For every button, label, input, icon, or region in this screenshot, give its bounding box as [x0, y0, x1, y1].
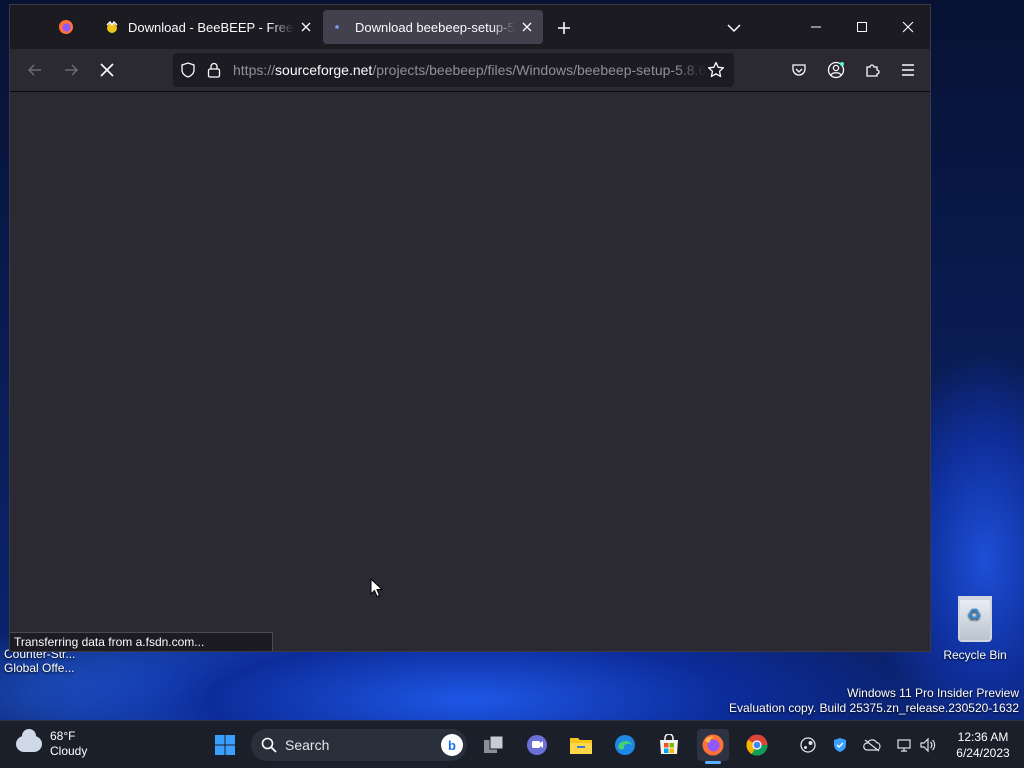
bookmark-star-icon[interactable] — [706, 60, 726, 80]
firefox-window: Download - BeeBEEP - Free Offi Download … — [9, 4, 931, 652]
tab-beebeep-setup-active[interactable]: Download beebeep-setup-5.8.6 — [323, 10, 543, 44]
start-button[interactable] — [209, 729, 241, 761]
tab-label: Download beebeep-setup-5.8.6 — [355, 19, 515, 35]
network-tray-icon[interactable] — [893, 733, 915, 757]
cloud-icon — [16, 729, 42, 752]
address-bar[interactable]: https://sourceforge.net/projects/beebeep… — [173, 53, 734, 87]
clock-time: 12:36 AM — [957, 730, 1009, 744]
status-panel: Transferring data from a.fsdn.com... — [10, 632, 273, 651]
forward-button[interactable] — [57, 56, 85, 84]
windows-security-tray-icon[interactable] — [829, 733, 851, 757]
maximize-button[interactable] — [846, 13, 878, 41]
recycle-bin-shortcut[interactable]: ♻ Recycle Bin — [940, 596, 1010, 662]
tab-label: Download - BeeBEEP - Free Offi — [128, 19, 294, 35]
lock-icon[interactable] — [205, 61, 223, 79]
tab-list-chevron-down-icon[interactable] — [722, 17, 746, 39]
edge-browser-icon[interactable] — [609, 729, 641, 761]
recycle-bin-label: Recycle Bin — [943, 648, 1007, 662]
tab-pinned-firefox[interactable] — [46, 10, 94, 44]
weather-widget[interactable]: 68°F Cloudy — [16, 729, 87, 759]
watermark-edition: Windows 11 Pro Insider Preview — [847, 686, 1019, 700]
url-text[interactable]: https://sourceforge.net/projects/beebeep… — [233, 62, 706, 78]
weather-description: Cloudy — [50, 744, 88, 758]
new-tab-button[interactable] — [552, 17, 576, 39]
page-content-area[interactable]: Transferring data from a.fsdn.com... — [10, 92, 930, 651]
close-window-button[interactable] — [892, 13, 924, 41]
close-tab-icon[interactable] — [519, 19, 535, 35]
recycle-bin-icon: ♻ — [958, 596, 992, 642]
mouse-cursor-icon — [370, 577, 384, 603]
extensions-puzzle-icon[interactable] — [860, 58, 884, 82]
sourceforge-favicon-icon — [104, 19, 120, 35]
close-tab-icon[interactable] — [298, 19, 314, 35]
loading-dot-icon — [331, 19, 347, 35]
file-explorer-icon[interactable] — [565, 729, 597, 761]
search-label: Search — [285, 737, 330, 753]
taskbar-clock[interactable]: 12:36 AM 6/24/2023 — [948, 729, 1018, 761]
search-icon — [261, 737, 277, 753]
stop-loading-button[interactable] — [93, 56, 121, 84]
back-button[interactable] — [21, 56, 49, 84]
firefox-icon — [58, 19, 74, 35]
account-icon[interactable] — [824, 58, 848, 82]
url-host: sourceforge.net — [275, 62, 373, 78]
url-path: /projects/beebeep/files/Windows/beebeep-… — [372, 62, 706, 78]
tracking-protection-shield-icon[interactable] — [179, 61, 197, 79]
weather-temperature: 68°F — [50, 729, 76, 743]
steam-tray-icon[interactable] — [797, 733, 819, 757]
taskbar: 68°F Cloudy Search b 12:36 AM 6/24/2023 — [0, 720, 1024, 768]
windows-watermark: Windows 11 Pro Insider Preview Evaluatio… — [729, 686, 1019, 716]
tab-beebeep-download[interactable]: Download - BeeBEEP - Free Offi — [96, 10, 322, 44]
url-scheme: https:// — [233, 62, 276, 78]
volume-tray-icon[interactable] — [917, 733, 939, 757]
tab-bar: Download - BeeBEEP - Free Offi Download … — [10, 5, 930, 49]
taskbar-search-box[interactable]: Search b — [251, 729, 467, 761]
firefox-taskbar-icon[interactable] — [697, 729, 729, 764]
onedrive-tray-icon[interactable] — [861, 733, 883, 757]
bing-icon[interactable]: b — [441, 734, 463, 756]
microsoft-store-icon[interactable] — [653, 729, 685, 761]
pocket-icon[interactable] — [787, 58, 811, 82]
minimize-button[interactable] — [800, 13, 832, 41]
clock-date: 6/24/2023 — [956, 746, 1010, 760]
hamburger-menu-icon[interactable] — [896, 58, 920, 82]
chrome-icon[interactable] — [741, 729, 773, 761]
navigation-toolbar: https://sourceforge.net/projects/beebeep… — [10, 49, 930, 92]
task-view-icon[interactable] — [478, 729, 510, 761]
teams-chat-icon[interactable] — [521, 729, 553, 761]
watermark-build: Evaluation copy. Build 25375.zn_release.… — [729, 701, 1019, 715]
